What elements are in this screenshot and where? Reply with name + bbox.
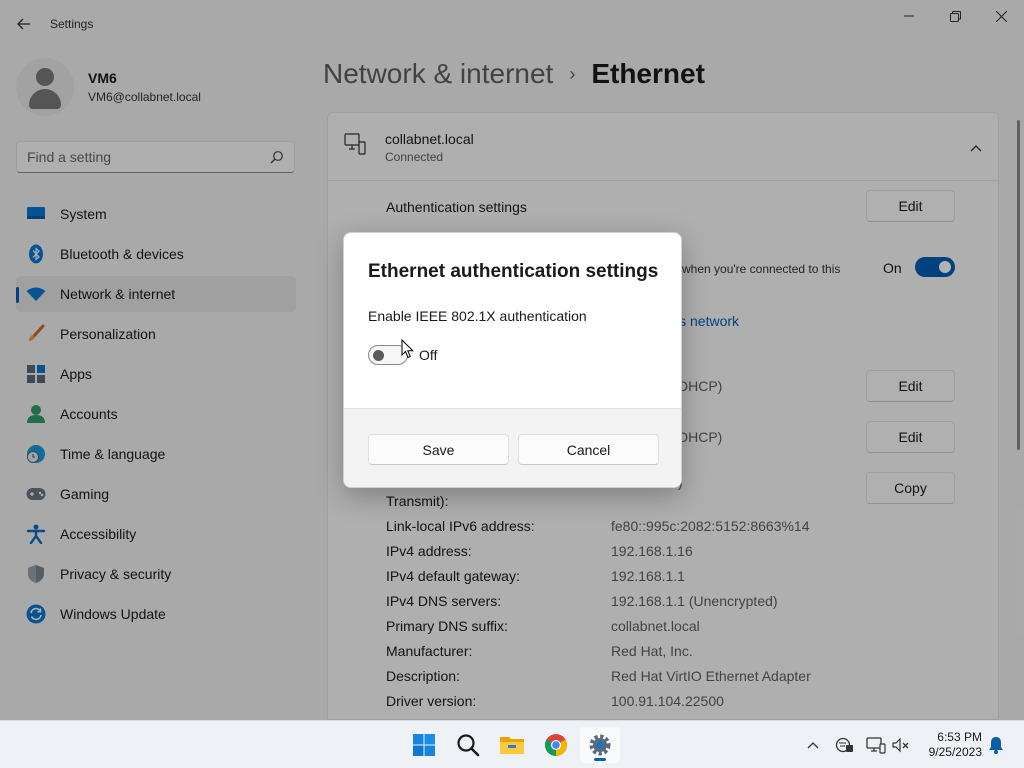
taskbar-clock[interactable]: 6:53 PM 9/25/2023 (929, 730, 982, 760)
settings-icon (589, 734, 611, 756)
chrome-button[interactable] (536, 727, 576, 763)
onedrive-sync-icon[interactable] (834, 735, 854, 755)
cancel-button[interactable]: Cancel (518, 434, 659, 465)
clock-date: 9/25/2023 (928, 745, 982, 759)
ethernet-auth-dialog: Ethernet authentication settings Enable … (343, 232, 682, 488)
ieee-8021x-label: Enable IEEE 802.1X authentication (368, 308, 587, 324)
file-explorer-button[interactable] (492, 727, 532, 763)
start-icon (413, 734, 435, 756)
volume-muted-icon[interactable] (892, 735, 912, 755)
network-status-icon[interactable] (866, 735, 886, 755)
save-button[interactable]: Save (368, 434, 509, 465)
mouse-cursor-icon (401, 339, 414, 359)
taskbar-search-button[interactable] (448, 727, 488, 763)
notification-bell-icon[interactable] (986, 735, 1006, 755)
toggle-state-label: Off (419, 347, 438, 363)
tray-overflow-chevron-icon[interactable] (803, 735, 823, 755)
file-explorer-icon (500, 737, 524, 754)
start-button[interactable] (404, 727, 444, 763)
search-icon (457, 734, 480, 757)
dialog-footer: Save Cancel (344, 408, 681, 487)
clock-time: 6:53 PM (937, 730, 982, 744)
dialog-title: Ethernet authentication settings (368, 261, 659, 282)
settings-app-button[interactable] (580, 727, 620, 763)
chrome-icon (545, 734, 567, 756)
taskbar: 6:53 PM 9/25/2023 (0, 720, 1024, 768)
